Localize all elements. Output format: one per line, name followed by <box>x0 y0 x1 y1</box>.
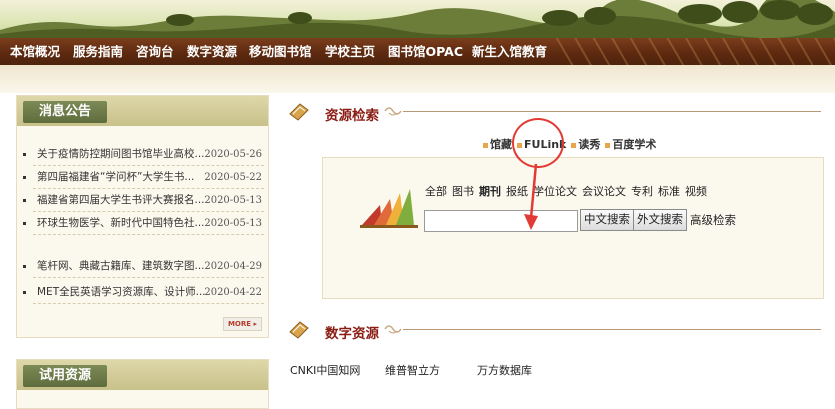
swirl-icon <box>384 325 402 334</box>
resource-type-tabs: 全部 图书 期刊 报纸 学位论文 会议论文 专利 标准 视频 <box>425 183 712 199</box>
news-item[interactable]: 笔杆网、典藏古籍库、建筑数字图... 2020-04-29 <box>17 255 268 278</box>
search-section-title: 资源检索 <box>325 108 379 124</box>
news-item[interactable]: 环球生物医学、新时代中国特色社... 2020-05-13 <box>17 212 268 235</box>
trial-panel-header: 试用资源 <box>17 360 268 390</box>
news-item-date: 2020-05-26 <box>204 149 262 160</box>
landscape-banner-image <box>0 0 835 38</box>
source-tab-duxiu[interactable]: 读秀 <box>571 138 600 151</box>
chinese-search-button[interactable]: 中文搜索 <box>580 209 634 231</box>
news-item-title[interactable]: MET全民英语学习资源库、设计师... <box>37 281 206 304</box>
database-link-vip[interactable]: 维普智立方 <box>385 362 440 378</box>
news-item[interactable]: MET全民英语学习资源库、设计师... 2020-04-22 <box>17 281 268 304</box>
source-tab-collection[interactable]: 馆藏 <box>483 138 512 151</box>
swirl-icon <box>384 107 402 116</box>
divider <box>33 303 264 304</box>
database-link-wanfang[interactable]: 万方数据库 <box>477 362 532 378</box>
nav-item-about[interactable]: 本馆概况 <box>10 42 60 62</box>
news-item-title[interactable]: 笔杆网、典藏古籍库、建筑数字图... <box>37 255 205 278</box>
type-tab-journals[interactable]: 期刊 <box>479 185 501 198</box>
news-item-date: 2020-05-22 <box>204 172 262 183</box>
source-tabs: 馆藏 FULink 读秀 百度学术 <box>483 136 661 152</box>
foreign-search-button[interactable]: 外文搜索 <box>633 209 687 231</box>
bullet-icon <box>23 265 26 268</box>
main-nav: 本馆概况 服务指南 咨询台 数字资源 移动图书馆 学校主页 图书馆OPAC 新生… <box>0 38 835 65</box>
sub-band <box>0 65 835 93</box>
bullet-icon <box>23 176 26 179</box>
type-tab-all[interactable]: 全部 <box>425 185 447 198</box>
news-item-date: 2020-04-22 <box>204 287 262 298</box>
divider <box>33 277 264 278</box>
source-tab-baidu-scholar[interactable]: 百度学术 <box>605 138 656 151</box>
bullet-icon <box>23 291 26 294</box>
news-item-title[interactable]: 环球生物医学、新时代中国特色社... <box>37 212 205 235</box>
header-banner <box>0 0 835 38</box>
type-tab-patents[interactable]: 专利 <box>631 185 653 198</box>
type-tab-videos[interactable]: 视频 <box>685 185 707 198</box>
news-item[interactable]: 福建省第四届大学生书评大赛报名... 2020-05-13 <box>17 189 268 212</box>
advanced-search-link[interactable]: 高级检索 <box>690 212 736 228</box>
news-panel: 消息公告 关于疫情防控期间图书馆毕业高校... 2020-05-26 第四届福建… <box>16 95 269 338</box>
book-icon <box>289 321 309 339</box>
news-panel-title: 消息公告 <box>23 101 108 123</box>
trial-panel-title: 试用资源 <box>23 365 108 387</box>
nav-item-consult[interactable]: 咨询台 <box>136 42 174 62</box>
news-item[interactable]: 第四届福建省“学问杯”大学生书... 2020-05-22 <box>17 166 268 189</box>
search-input[interactable] <box>424 210 578 232</box>
section-divider <box>403 329 821 330</box>
news-item-title[interactable]: 福建省第四届大学生书评大赛报名... <box>37 189 205 212</box>
type-tab-books[interactable]: 图书 <box>452 185 474 198</box>
nav-item-school[interactable]: 学校主页 <box>325 42 375 62</box>
news-item-title[interactable]: 第四届福建省“学问杯”大学生书... <box>37 166 194 189</box>
news-item-title[interactable]: 关于疫情防控期间图书馆毕业高校... <box>37 143 205 166</box>
bullet-icon <box>23 153 26 156</box>
books-icon <box>360 189 418 228</box>
book-icon <box>289 103 309 121</box>
divider <box>33 234 264 235</box>
database-link-cnki[interactable]: CNKI中国知网 <box>290 362 360 378</box>
news-item[interactable]: 关于疫情防控期间图书馆毕业高校... 2020-05-26 <box>17 143 268 166</box>
news-item-date: 2020-05-13 <box>204 218 262 229</box>
nav-decoration <box>555 38 835 65</box>
news-more-button[interactable]: MORE ▸ <box>222 317 262 331</box>
trial-panel: 试用资源 <box>16 359 269 409</box>
type-tab-standards[interactable]: 标准 <box>658 185 680 198</box>
bullet-icon <box>23 222 26 225</box>
nav-item-mobile[interactable]: 移动图书馆 <box>249 42 312 62</box>
square-icon <box>483 142 488 148</box>
section-divider <box>403 111 821 112</box>
type-tab-conference[interactable]: 会议论文 <box>582 185 626 198</box>
square-icon <box>571 142 577 148</box>
square-icon <box>605 142 611 148</box>
news-item-date: 2020-05-13 <box>204 195 262 206</box>
nav-item-freshman[interactable]: 新生入馆教育 <box>472 42 547 62</box>
news-item-date: 2020-04-29 <box>204 261 262 272</box>
bullet-icon <box>23 199 26 202</box>
news-panel-header: 消息公告 <box>17 96 268 126</box>
nav-item-opac[interactable]: 图书馆OPAC <box>388 42 463 62</box>
highlight-circle <box>512 118 564 168</box>
arrow-down-icon <box>524 164 538 230</box>
nav-item-digital[interactable]: 数字资源 <box>187 42 237 62</box>
digital-section-title: 数字资源 <box>325 326 379 342</box>
nav-item-service[interactable]: 服务指南 <box>73 42 123 62</box>
